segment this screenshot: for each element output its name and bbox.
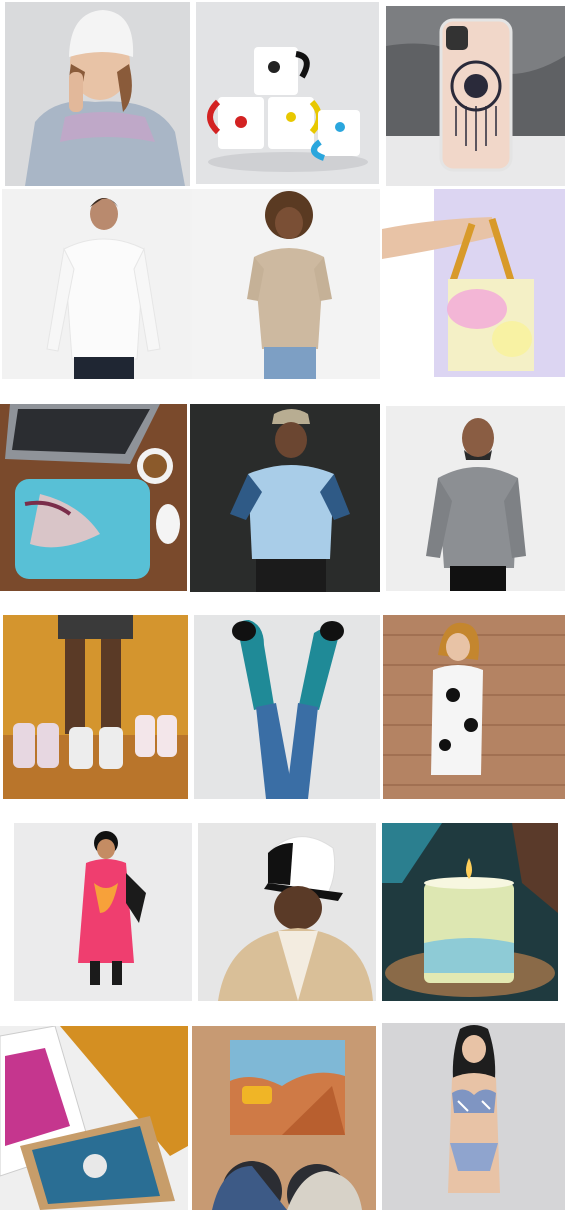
product-tile-sneakers[interactable]: [3, 615, 188, 799]
sneakers-photo: [3, 615, 188, 799]
framed-poster-photo: [0, 1026, 188, 1210]
product-tile-phone-case[interactable]: [386, 6, 565, 186]
product-tile-laptop-sleeve[interactable]: [0, 404, 187, 591]
jigsaw-puzzle-photo: [192, 1026, 376, 1210]
product-tile-midi-dress[interactable]: [14, 823, 192, 1001]
product-tile-socks[interactable]: [194, 615, 380, 799]
bikini-photo: [382, 1023, 565, 1210]
product-tile-dress[interactable]: [383, 615, 565, 799]
long-sleeve-shirt-photo: [2, 189, 192, 379]
t-shirt-photo: [192, 189, 380, 379]
hoodie-photo: [386, 406, 565, 591]
socks-photo: [194, 615, 380, 799]
beanie-model-photo: [5, 2, 190, 186]
product-tile-mugs[interactable]: [196, 2, 379, 184]
product-tile-bikini[interactable]: [382, 1023, 565, 1210]
product-tile-tote-bag[interactable]: [382, 189, 565, 377]
sports-jersey-photo: [190, 404, 380, 592]
product-tile-t-shirt[interactable]: [192, 189, 380, 379]
color-mugs-photo: [196, 2, 379, 184]
candle-photo: [382, 823, 558, 1001]
product-tile-candle[interactable]: [382, 823, 558, 1001]
product-tile-framed-poster[interactable]: [0, 1026, 188, 1210]
midi-dress-photo: [14, 823, 192, 1001]
product-tile-hoodie[interactable]: [386, 406, 565, 591]
phone-case-photo: [386, 6, 565, 186]
trucker-hat-photo: [198, 823, 376, 1001]
dress-photo: [383, 615, 565, 799]
product-tile-trucker-hat[interactable]: [198, 823, 376, 1001]
product-tile-sports-jersey[interactable]: [190, 404, 380, 592]
product-tile-long-sleeve-shirt[interactable]: [2, 189, 192, 379]
product-tile-jigsaw-puzzle[interactable]: [192, 1026, 376, 1210]
laptop-sleeve-photo: [0, 404, 187, 591]
tote-bag-photo: [382, 189, 565, 377]
product-tile-beanie[interactable]: [5, 2, 190, 186]
